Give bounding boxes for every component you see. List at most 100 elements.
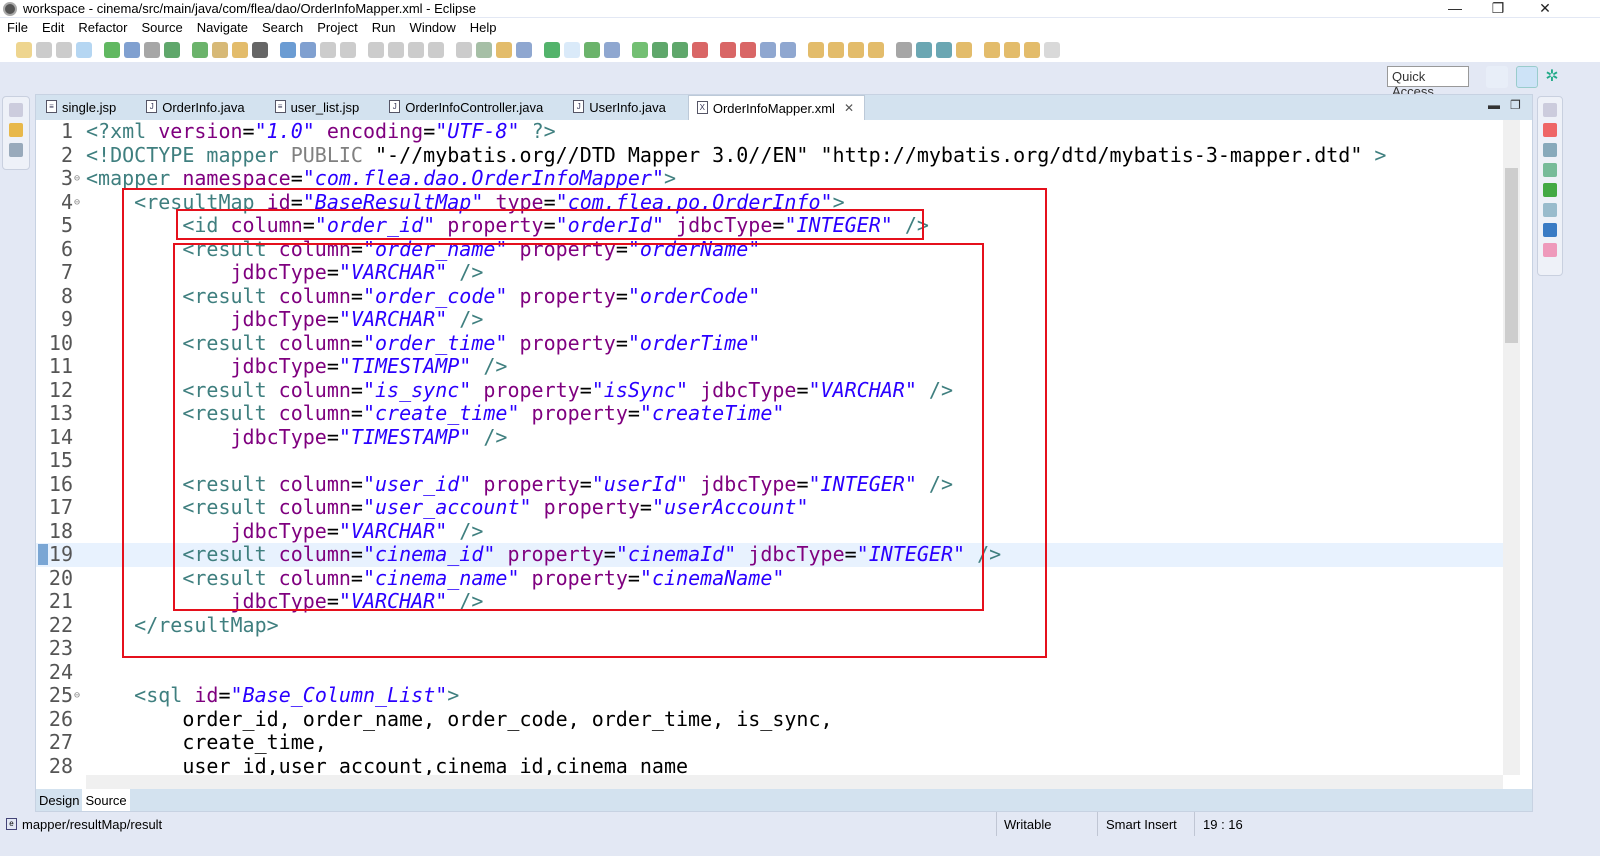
code-line[interactable]: 22 </resultMap> [36,613,1503,638]
toolbar-button-icon[interactable] [1004,42,1020,58]
toolbar-button-icon[interactable] [956,42,972,58]
tab-source[interactable]: Source [82,789,130,811]
code-line[interactable]: 7 jdbcType="VARCHAR" /> [36,260,1503,285]
console-icon[interactable] [1543,203,1557,217]
code-line[interactable]: 8 <result column="order_code" property="… [36,284,1503,309]
toolbar-button-icon[interactable] [232,42,248,58]
code-line[interactable]: 27 create_time, [36,730,1503,755]
code-line[interactable]: 6 <result column="order_name" property="… [36,237,1503,262]
toolbar-button-icon[interactable] [896,42,912,58]
toolbar-button-icon[interactable] [1044,42,1060,58]
servers-icon[interactable] [1543,123,1557,137]
outline-icon[interactable] [9,143,23,157]
code-line[interactable]: 21 jdbcType="VARCHAR" /> [36,589,1503,614]
toolbar-button-icon[interactable] [584,42,600,58]
fold-toggle-icon[interactable]: ⊖ [74,167,80,191]
monitor-icon[interactable] [1543,223,1557,237]
code-line[interactable]: 25 ⊖ <sql id="Base_Column_List"> [36,683,1503,708]
snippets-icon[interactable] [1543,183,1557,197]
data-source-icon[interactable] [1543,163,1557,177]
code-line[interactable]: 23 [36,636,1503,661]
menu-search[interactable]: Search [255,18,310,38]
menu-project[interactable]: Project [310,18,364,38]
toolbar-button-icon[interactable] [340,42,356,58]
toolbar-button-icon[interactable] [632,42,648,58]
restore-icon[interactable] [1543,103,1557,117]
java-ee-perspective-icon[interactable] [1516,66,1538,88]
toolbar-button-icon[interactable] [720,42,736,58]
code-line[interactable]: 16 <result column="user_id" property="us… [36,472,1503,497]
toolbar-button-icon[interactable] [652,42,668,58]
toolbar-button-icon[interactable] [368,42,384,58]
menu-navigate[interactable]: Navigate [190,18,255,38]
toolbar-button-icon[interactable] [300,42,316,58]
toolbar-button-icon[interactable] [252,42,268,58]
code-line[interactable]: 20 <result column="cinema_name" property… [36,566,1503,591]
restore-icon[interactable] [9,103,23,117]
toolbar-button-icon[interactable] [212,42,228,58]
toolbar-button-icon[interactable] [828,42,844,58]
code-line[interactable]: 5 <id column="order_id" property="orderI… [36,213,1503,238]
toolbar-button-icon[interactable] [848,42,864,58]
code-line[interactable]: 28 user_id,user_account,cinema_id,cinema… [36,754,1503,775]
toolbar-button-icon[interactable] [164,42,180,58]
toolbar-button-icon[interactable] [56,42,72,58]
toolbar-button-icon[interactable] [320,42,336,58]
maximize-editor-icon[interactable]: ❐ [1510,98,1521,112]
toolbar-button-icon[interactable] [1024,42,1040,58]
fold-toggle-icon[interactable]: ⊖ [74,191,80,215]
toolbar-button-icon[interactable] [868,42,884,58]
toolbar-button-icon[interactable] [780,42,796,58]
code-line[interactable]: 13 <result column="create_time" property… [36,401,1503,426]
toolbar-button-icon[interactable] [516,42,532,58]
code-line[interactable]: 4 ⊖ <resultMap id="BaseResultMap" type="c… [36,190,1503,215]
code-line[interactable]: 10 <result column="order_time" property=… [36,331,1503,356]
toolbar-button-icon[interactable] [124,42,140,58]
menu-edit[interactable]: Edit [35,18,71,38]
toolbar-button-icon[interactable] [916,42,932,58]
toolbar-button-icon[interactable] [476,42,492,58]
code-line[interactable]: 14 jdbcType="TIMESTAMP" /> [36,425,1503,450]
toolbar-button-icon[interactable] [428,42,444,58]
toolbar-button-icon[interactable] [456,42,472,58]
tab-single-jsp[interactable]: ≡ single.jsp [38,95,126,120]
toolbar-button-icon[interactable] [564,42,580,58]
minimize-button[interactable]: — [1445,0,1465,16]
horizontal-scrollbar[interactable] [86,775,1503,790]
toolbar-button-icon[interactable] [740,42,756,58]
tab-userinfo-java[interactable]: J UserInfo.java [565,95,676,120]
scrollbar-thumb[interactable] [1505,168,1518,343]
menu-source[interactable]: Source [135,18,190,38]
restore-button[interactable]: ❐ [1488,0,1508,17]
toolbar-button-icon[interactable] [672,42,688,58]
quick-access-input[interactable]: Quick Access [1387,66,1469,99]
code-line[interactable]: 15 [36,448,1503,473]
minimize-editor-icon[interactable]: ▬ [1488,98,1500,112]
toolbar-button-icon[interactable] [984,42,1000,58]
toolbar-button-icon[interactable] [936,42,952,58]
tab-design[interactable]: Design [36,789,82,811]
tab-user-list-jsp[interactable]: ≡ user_list.jsp [267,95,370,120]
code-line[interactable]: 9 jdbcType="VARCHAR" /> [36,307,1503,332]
source-editor[interactable]: 1 <?xml version="1.0" encoding="UTF-8" ?>… [36,120,1503,775]
toolbar-button-icon[interactable] [544,42,560,58]
tab-orderinfo-java[interactable]: J OrderInfo.java [138,95,254,120]
code-line[interactable]: 19 <result column="cinema_id" property="… [36,542,1503,567]
toolbar-button-icon[interactable] [496,42,512,58]
code-line[interactable]: 12 <result column="is_sync" property="is… [36,378,1503,403]
properties-icon[interactable] [1543,143,1557,157]
menu-file[interactable]: File [0,18,35,38]
toolbar-button-icon[interactable] [604,42,620,58]
toolbar-button-icon[interactable] [388,42,404,58]
tab-orderinfocontroller-java[interactable]: J OrderInfoController.java [381,95,553,120]
code-line[interactable]: 24 [36,660,1503,685]
toolbar-button-icon[interactable] [760,42,776,58]
close-tab-icon[interactable]: ✕ [844,101,854,115]
code-line[interactable]: 3 ⊖ <mapper namespace="com.flea.dao.OrderI… [36,166,1503,191]
toolbar-button-icon[interactable] [36,42,52,58]
menu-window[interactable]: Window [403,18,463,38]
toolbar-button-icon[interactable] [16,42,32,58]
code-line[interactable]: 18 jdbcType="VARCHAR" /> [36,519,1503,544]
code-line[interactable]: 26 order_id, order_name, order_code, ord… [36,707,1503,732]
toolbar-button-icon[interactable] [104,42,120,58]
